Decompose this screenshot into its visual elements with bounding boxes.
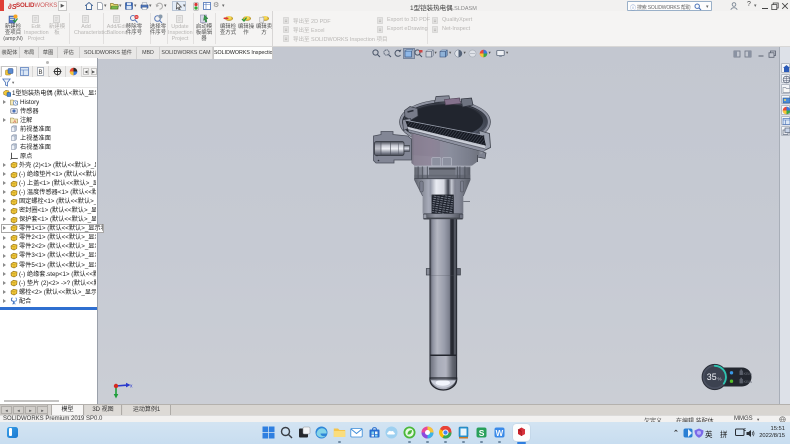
svg-text:%: % [718, 377, 722, 382]
svg-text:KB/s: KB/s [744, 371, 752, 376]
svg-text:S: S [478, 428, 484, 438]
svg-text:KB/s: KB/s [744, 379, 752, 384]
svg-text:x: x [130, 384, 133, 390]
svg-text:B: B [39, 70, 43, 76]
svg-text:W: W [495, 429, 503, 438]
svg-text:35: 35 [707, 372, 717, 382]
svg-text:A: A [13, 119, 16, 124]
